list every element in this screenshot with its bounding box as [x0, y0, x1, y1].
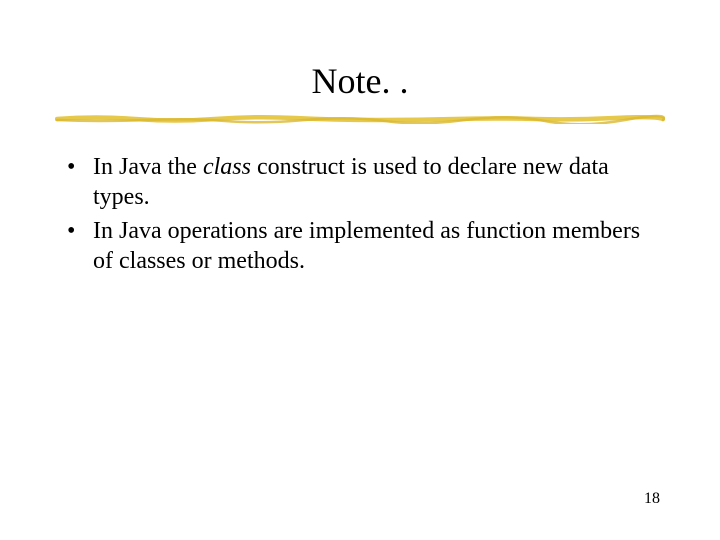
bullet-item: In Java operations are implemented as fu…: [67, 216, 665, 276]
bullet-text-prefix: In Java operations are implemented as fu…: [93, 218, 640, 274]
bullet-text-italic: class: [203, 154, 251, 180]
slide-container: Note. . In Java the class construct is u…: [0, 0, 720, 540]
title-underline: [55, 114, 665, 124]
bullet-item: In Java the class construct is used to d…: [67, 152, 665, 212]
bullet-list: In Java the class construct is used to d…: [55, 152, 665, 276]
page-number: 18: [644, 490, 660, 508]
bullet-text-prefix: In Java the: [93, 154, 203, 180]
slide-title: Note. .: [55, 60, 665, 102]
